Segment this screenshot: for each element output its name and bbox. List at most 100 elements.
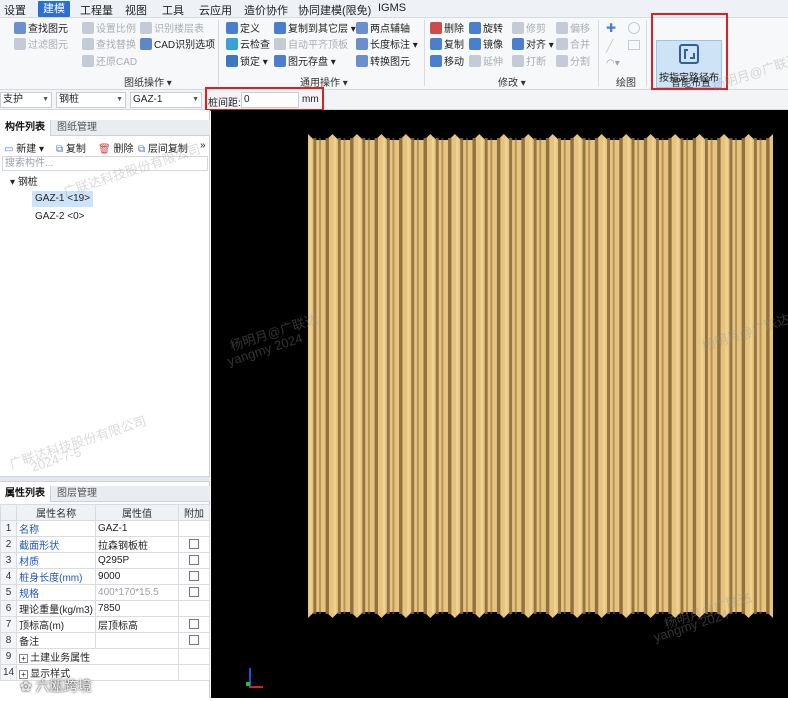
table-row[interactable]: 4 桩身长度(mm) 9000 <box>0 568 210 585</box>
property-value[interactable]: 400*170*15.5 <box>95 584 179 601</box>
group-label-drawing-ops[interactable]: 图纸操作 ▾ <box>124 74 172 89</box>
point-icon[interactable]: ✚ <box>606 22 618 34</box>
identify-floor-table-button[interactable]: 识别楼层表 <box>140 22 204 38</box>
table-row[interactable]: 3 材质 Q295P <box>0 552 210 569</box>
sheet-pile-groove <box>729 138 733 614</box>
sheet-pile-groove <box>362 138 366 614</box>
rectangle-icon[interactable] <box>628 40 640 50</box>
break-button[interactable]: 打断 <box>512 55 546 71</box>
extra-checkbox[interactable] <box>189 586 199 597</box>
define-button[interactable]: 定义 <box>226 22 260 38</box>
move-button[interactable]: 移动 <box>430 55 464 71</box>
restore-cad-button[interactable]: 还原CAD <box>82 55 137 71</box>
menu-collab-modeling[interactable]: 协同建模(限免) <box>298 2 371 18</box>
auto-align-slab-button[interactable]: 自动平齐顶板 <box>274 38 348 54</box>
group-label-modify[interactable]: 修改 ▾ <box>498 74 526 89</box>
tab-property-list[interactable]: 属性列表 <box>0 486 51 502</box>
tree-root[interactable]: ▾ 钢桩 <box>10 175 38 191</box>
length-dimension-button[interactable]: 长度标注 ▾ <box>356 38 418 54</box>
property-value[interactable]: 9000 <box>95 568 179 585</box>
menu-quantities[interactable]: 工程量 <box>80 2 113 18</box>
expand-icon[interactable]: + <box>19 654 29 663</box>
sheet-pile-groove <box>582 138 586 614</box>
filter-element-button[interactable]: 过滤图元 <box>14 38 68 54</box>
property-value[interactable]: GAZ-1 <box>95 520 179 537</box>
sheet-pile-groove <box>643 138 648 614</box>
copy-component-button[interactable]: ⧉ 复制 <box>56 140 86 155</box>
copy-to-other-floor-button[interactable]: 复制到其它层 ▾ <box>274 22 356 38</box>
mirror-button[interactable]: 镜像 <box>469 38 503 54</box>
extra-checkbox[interactable] <box>189 538 199 549</box>
extra-checkbox[interactable] <box>189 634 199 645</box>
delete-button[interactable]: 删除 <box>430 22 464 38</box>
table-row[interactable]: 2 截面形状 拉森钢板桩 <box>0 536 210 553</box>
merge-button[interactable]: 合并 <box>556 38 590 54</box>
table-row[interactable]: 7 顶标高(m) 层顶标高 <box>0 616 210 633</box>
sheet-pile-highlight <box>456 138 459 614</box>
tree-item-gaz-2[interactable]: GAZ-2 <0> <box>35 209 84 225</box>
layer-copy-icon: ⧉ <box>138 144 146 155</box>
menu-cloud[interactable]: 云应用 <box>199 2 232 18</box>
extra-checkbox[interactable] <box>189 570 199 581</box>
extra-checkbox[interactable] <box>189 554 199 565</box>
table-row[interactable]: 9 + 土建业务属性 <box>0 648 210 665</box>
menu-view[interactable]: 视图 <box>125 2 147 18</box>
arc-icon[interactable]: ◠▾ <box>606 58 620 70</box>
component-search-input[interactable]: 搜索构件... <box>2 156 208 171</box>
extra-checkbox[interactable] <box>189 618 199 629</box>
copy-between-floors-button[interactable]: ⧉ 层间复制 <box>138 140 188 155</box>
more-icon[interactable]: » <box>200 140 206 151</box>
cloud-check-button[interactable]: 云检查 <box>226 38 270 54</box>
rotate-button[interactable]: 旋转 <box>469 22 503 38</box>
split-button[interactable]: 分割 <box>556 55 590 71</box>
header-extra: 附加 <box>178 504 210 521</box>
ribbon-divider <box>424 20 425 86</box>
category-select[interactable]: 支护 ▼ <box>0 92 52 108</box>
set-scale-button[interactable]: 设置比例 <box>82 22 136 38</box>
align-button[interactable]: 对齐 ▾ <box>512 38 554 54</box>
circle-icon[interactable] <box>628 22 640 34</box>
menu-cost-collab[interactable]: 造价协作 <box>244 2 288 18</box>
property-value[interactable]: 层顶标高 <box>95 616 179 633</box>
menu-settings[interactable]: 设置 <box>4 2 26 18</box>
copy-button[interactable]: 复制 <box>430 38 464 54</box>
sheet-pile-groove <box>619 138 623 614</box>
table-row[interactable]: 1 名称 GAZ-1 <box>0 520 210 537</box>
type-select[interactable]: 钢桩 ▼ <box>56 92 126 108</box>
trim-button[interactable]: 修剪 <box>512 22 546 38</box>
table-row[interactable]: 6 理论重量(kg/m3) 7850 <box>0 600 210 617</box>
drawing-canvas[interactable] <box>211 110 788 698</box>
panel-splitter[interactable] <box>0 476 210 482</box>
row-index: 2 <box>0 536 18 553</box>
new-button[interactable]: ▭ 新建 ▾ <box>4 140 44 155</box>
property-value[interactable] <box>95 632 179 649</box>
tab-component-list[interactable]: 构件列表 <box>0 120 51 136</box>
table-row[interactable]: 5 规格 400*170*15.5 <box>0 584 210 601</box>
find-element-button[interactable]: 查找图元 <box>14 22 68 38</box>
property-value[interactable]: 7850 <box>95 600 179 617</box>
line-icon[interactable]: ╱ <box>606 40 618 52</box>
convert-element-button[interactable]: 转换图元 <box>356 55 410 71</box>
cad-options-button[interactable]: CAD识别选项 <box>140 38 215 54</box>
two-point-axis-button[interactable]: 两点辅轴 <box>356 22 410 38</box>
property-value[interactable]: 拉森钢板桩 <box>95 536 179 553</box>
tab-layer-management[interactable]: 图层管理 <box>52 486 102 502</box>
component-select[interactable]: GAZ-1 ▼ <box>130 92 202 108</box>
x-axis-icon <box>249 686 263 688</box>
property-group[interactable]: + 土建业务属性 <box>16 648 179 665</box>
extend-button[interactable]: 延伸 <box>469 55 503 71</box>
menu-tools[interactable]: 工具 <box>162 2 184 18</box>
find-replace-button[interactable]: 查找替换 <box>82 38 136 54</box>
property-name: 截面形状 <box>16 536 97 553</box>
tab-drawing-management[interactable]: 图纸管理 <box>52 120 102 136</box>
lock-button[interactable]: 锁定 ▾ <box>226 55 268 71</box>
menu-igms[interactable]: IGMS <box>378 2 406 14</box>
tree-item-gaz-1[interactable]: GAZ-1 <19> <box>32 191 94 207</box>
delete-component-button[interactable]: 🗑 删除 <box>98 140 133 155</box>
menu-modeling[interactable]: 建模 <box>38 1 70 17</box>
sheet-pile-groove <box>668 138 672 614</box>
save-element-button[interactable]: 图元存盘 ▾ <box>274 55 336 71</box>
offset-button[interactable]: 偏移 <box>556 22 590 38</box>
table-row[interactable]: 8 备注 <box>0 632 210 649</box>
property-value[interactable]: Q295P <box>95 552 179 569</box>
